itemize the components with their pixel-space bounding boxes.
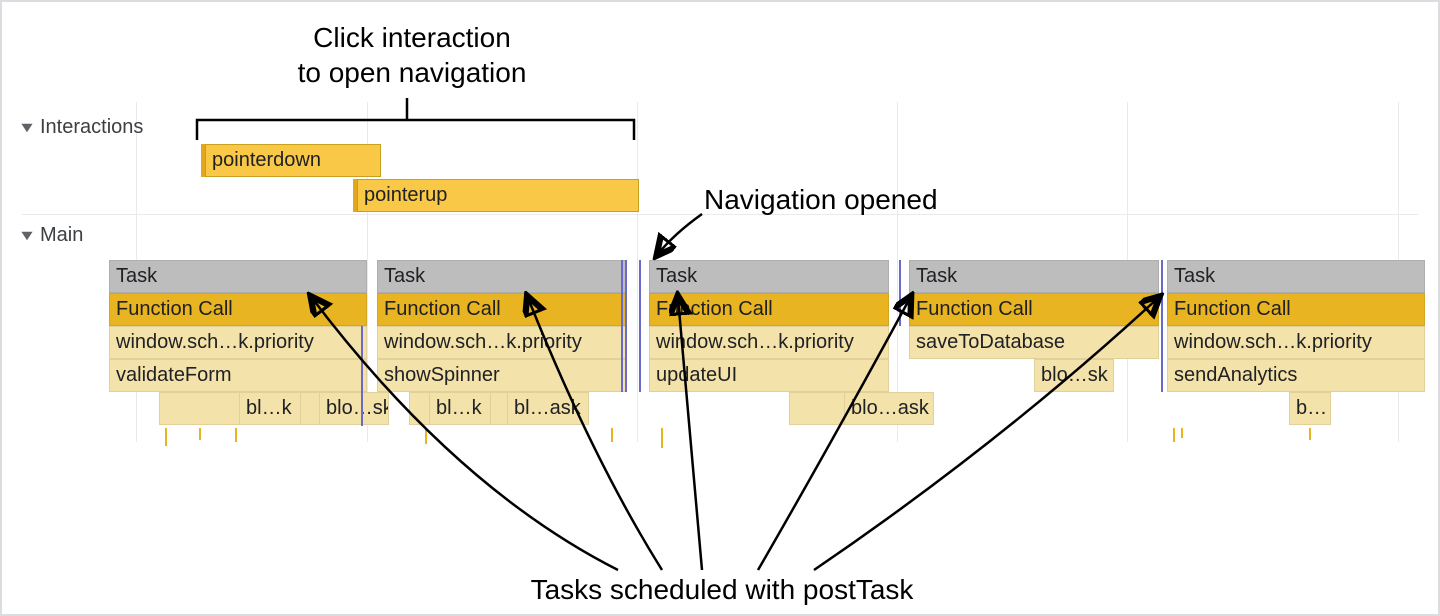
track-header-main[interactable]: Main (20, 224, 83, 247)
bar-label: updateUI (656, 364, 737, 387)
bar-label: Function Call (916, 298, 1033, 321)
annotation-bottom: Tasks scheduled with postTask (412, 572, 1032, 607)
annotation-right: Navigation opened (704, 182, 938, 217)
bar-label: Task (1174, 265, 1215, 288)
bar-label: b… (1296, 397, 1327, 420)
task-row[interactable]: Task (909, 260, 1159, 293)
disclosure-triangle-icon (20, 121, 34, 135)
annotation-text: Navigation opened (704, 184, 938, 215)
work-row[interactable]: sendAnalytics (1167, 359, 1425, 392)
bar-label: Function Call (656, 298, 773, 321)
disclosure-triangle-icon (20, 229, 34, 243)
annotation-text: Click interaction to open navigation (298, 22, 527, 88)
bar-label: Task (656, 265, 697, 288)
bar-label: blo…ask (851, 397, 929, 420)
schedule-row[interactable]: window.sch…k.priority (1167, 326, 1425, 359)
bar-label: Function Call (1174, 298, 1291, 321)
work-row[interactable]: showSpinner (377, 359, 627, 392)
bar-label: saveToDatabase (916, 331, 1065, 354)
bar-label: window.sch…k.priority (384, 331, 582, 354)
schedule-row[interactable]: window.sch…k.priority (649, 326, 889, 359)
bar-label: window.sch…k.priority (656, 331, 854, 354)
bar-label: window.sch…k.priority (1174, 331, 1372, 354)
bar-label: Task (384, 265, 425, 288)
function-call-row[interactable]: Function Call (377, 293, 627, 326)
bar-label: blo…sk (326, 397, 389, 420)
annotation-text: Tasks scheduled with postTask (531, 574, 914, 605)
task-row[interactable]: Task (649, 260, 889, 293)
task-row[interactable]: Task (1167, 260, 1425, 293)
devtools-flamechart-diagram: Interactions pointerdown pointerup Main … (0, 0, 1440, 616)
bar-label: Function Call (116, 298, 233, 321)
interaction-pointerdown[interactable]: pointerdown (205, 144, 381, 177)
annotation-top: Click interaction to open navigation (197, 20, 627, 90)
bar-label: sendAnalytics (1174, 364, 1297, 387)
schedule-row[interactable]: saveToDatabase (909, 326, 1159, 359)
interaction-label: pointerup (364, 184, 447, 207)
block-row[interactable]: blo…sk (319, 392, 389, 425)
task-row[interactable]: Task (109, 260, 367, 293)
bar-label: blo…sk (1041, 364, 1108, 387)
bar-label: showSpinner (384, 364, 500, 387)
block-row[interactable]: blo…ask (844, 392, 934, 425)
schedule-row[interactable]: window.sch…k.priority (377, 326, 627, 359)
interaction-pointerup[interactable]: pointerup (357, 179, 639, 212)
work-row[interactable]: updateUI (649, 359, 889, 392)
block-row[interactable]: b… (1289, 392, 1331, 425)
bar-label: window.sch…k.priority (116, 331, 314, 354)
function-call-row[interactable]: Function Call (1167, 293, 1425, 326)
bar-label: Function Call (384, 298, 501, 321)
bar-label: bl…k (436, 397, 482, 420)
main-flamegraph: Task Function Call window.sch…k.priority… (109, 260, 1420, 440)
bar-label: validateForm (116, 364, 232, 387)
block-row[interactable]: bl…k (239, 392, 301, 425)
block-row[interactable]: bl…k (429, 392, 491, 425)
work-row[interactable]: validateForm (109, 359, 367, 392)
track-label: Main (40, 224, 83, 247)
bar-label: Task (116, 265, 157, 288)
bar-label: bl…k (246, 397, 292, 420)
interaction-label: pointerdown (212, 149, 321, 172)
schedule-row[interactable]: window.sch…k.priority (109, 326, 367, 359)
function-call-row[interactable]: Function Call (909, 293, 1159, 326)
bar-label: Task (916, 265, 957, 288)
block-row[interactable]: bl…ask (507, 392, 589, 425)
bar-label: bl…ask (514, 397, 581, 420)
task-row[interactable]: Task (377, 260, 627, 293)
function-call-row[interactable]: Function Call (649, 293, 889, 326)
work-row[interactable]: blo…sk (1034, 359, 1114, 392)
function-call-row[interactable]: Function Call (109, 293, 367, 326)
